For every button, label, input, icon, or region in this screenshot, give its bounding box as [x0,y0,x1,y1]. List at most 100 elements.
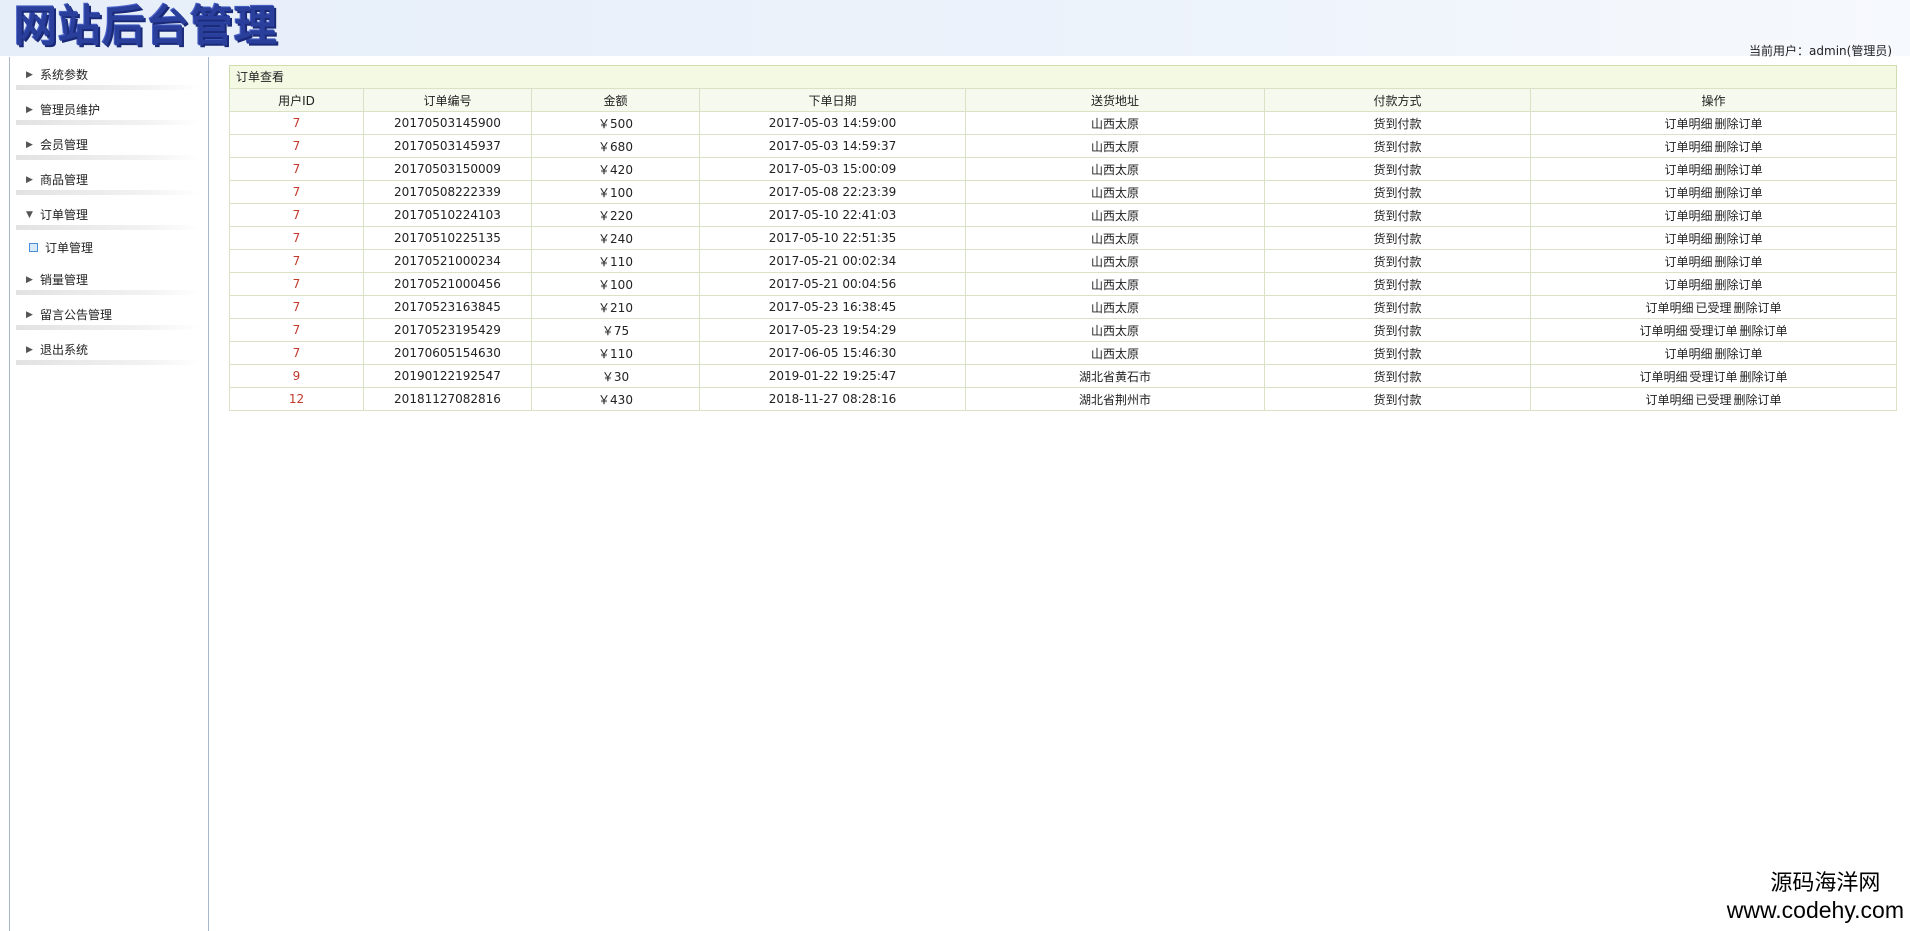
user-id-cell: 7 [229,134,364,158]
amount-cell: ￥110 [531,249,700,273]
delete-order-link[interactable]: 删除订单 [1715,209,1763,223]
table-row: 7 20170523195429 ￥75 2017-05-23 19:54:29 山西太… [229,318,1897,342]
address-cell: 湖北省荆州市 [965,387,1265,411]
delete-order-link[interactable]: 删除订单 [1734,301,1782,315]
table-row: 7 20170521000456 ￥100 2017-05-21 00:04:56 山西… [229,272,1897,296]
order-detail-link[interactable]: 订单明细 [1664,186,1712,200]
accept-order-link[interactable]: 受理订单 [1689,324,1737,338]
delete-order-link[interactable]: 删除订单 [1740,324,1788,338]
current-user-label: 当前用户：admin(管理员) [1749,44,1892,58]
watermark-url: www.codehy.com [1726,897,1904,923]
actions-cell: 订单明细 删除订单 [1530,134,1897,158]
sidebar-item[interactable]: ▶ 商品管理 [10,162,208,197]
order-detail-link[interactable]: 订单明细 [1664,163,1712,177]
payment-cell: 货到付款 [1264,249,1531,273]
delete-order-link[interactable]: 删除订单 [1715,117,1763,131]
sidebar-item[interactable]: ▼ 订单管理 [10,197,208,232]
delete-order-link[interactable]: 删除订单 [1715,186,1763,200]
actions-cell: 订单明细 删除订单 [1530,180,1897,204]
delete-order-link[interactable]: 删除订单 [1715,347,1763,361]
caret-right-icon: ▶ [26,274,33,285]
address-cell: 山西太原 [965,180,1265,204]
order-detail-link[interactable]: 订单明细 [1664,140,1712,154]
table-row: 7 20170503145900 ￥500 2017-05-03 14:59:00 山西… [229,111,1897,135]
payment-cell: 货到付款 [1264,180,1531,204]
table-row: 7 20170503145937 ￥680 2017-05-03 14:59:37 山西… [229,134,1897,158]
table-header-row: 用户ID 订单编号 金额 下单日期 送货地址 付款方式 操作 [229,88,1897,112]
user-id-cell: 7 [229,272,364,296]
column-header: 订单编号 [363,88,532,112]
delete-order-link[interactable]: 删除订单 [1715,140,1763,154]
order-detail-link[interactable]: 订单明细 [1664,209,1712,223]
sidebar-item[interactable]: ▶ 会员管理 [10,127,208,162]
delete-order-link[interactable]: 删除订单 [1715,163,1763,177]
order-no-cell: 20170605154630 [363,341,532,365]
order-detail-link[interactable]: 订单明细 [1664,255,1712,269]
delete-order-link[interactable]: 删除订单 [1740,370,1788,384]
order-no-cell: 20170510225135 [363,226,532,250]
actions-cell: 订单明细 删除订单 [1530,341,1897,365]
payment-cell: 货到付款 [1264,387,1531,411]
order-no-cell: 20170510224103 [363,203,532,227]
address-cell: 山西太原 [965,341,1265,365]
accepted-status-link[interactable]: 已受理 [1695,393,1731,407]
sidebar-item-label: 退出系统 [40,343,89,357]
address-cell: 湖北省黄石市 [965,364,1265,388]
order-no-cell: 20170503145900 [363,111,532,135]
sidebar-item-label: 销量管理 [40,273,89,287]
payment-cell: 货到付款 [1264,134,1531,158]
amount-cell: ￥500 [531,111,700,135]
sidebar-item[interactable]: ▶ 销量管理 [10,262,208,297]
order-detail-link[interactable]: 订单明细 [1664,117,1712,131]
address-cell: 山西太原 [965,295,1265,319]
address-cell: 山西太原 [965,157,1265,181]
sidebar: ▶ 系统参数 ▶ 管理员维护 ▶ 会员管理 ▶ 商品管理 ▼ 订单管理 订单管理 ▶ 销量管理 ▶ 留言公告… [9,57,209,931]
sidebar-item[interactable]: ▶ 退出系统 [10,332,208,367]
address-cell: 山西太原 [965,134,1265,158]
table-row: 12 20181127082816 ￥430 2018-11-27 08:28:16 湖… [229,387,1897,411]
sidebar-item[interactable]: ▶ 管理员维护 [10,92,208,127]
header: 网站后台管理 当前用户：admin(管理员) [0,0,1910,58]
order-detail-link[interactable]: 订单明细 [1639,324,1687,338]
delete-order-link[interactable]: 删除订单 [1715,278,1763,292]
order-date-cell: 2017-05-10 22:51:35 [699,226,966,250]
accept-order-link[interactable]: 受理订单 [1689,370,1737,384]
amount-cell: ￥220 [531,203,700,227]
user-id-cell: 7 [229,341,364,365]
user-id-cell: 7 [229,295,364,319]
table-row: 7 20170503150009 ￥420 2017-05-03 15:00:09 山西… [229,157,1897,181]
actions-cell: 订单明细 删除订单 [1530,249,1897,273]
actions-cell: 订单明细 已受理 删除订单 [1530,295,1897,319]
sidebar-item[interactable]: ▶ 系统参数 [10,57,208,92]
caret-right-icon: ▶ [26,174,33,185]
order-detail-link[interactable]: 订单明细 [1664,278,1712,292]
amount-cell: ￥210 [531,295,700,319]
order-date-cell: 2017-05-21 00:04:56 [699,272,966,296]
delete-order-link[interactable]: 删除订单 [1715,255,1763,269]
sidebar-item-label: 系统参数 [40,68,89,82]
sidebar-item[interactable]: ▶ 留言公告管理 [10,297,208,332]
accepted-status-link[interactable]: 已受理 [1695,301,1731,315]
actions-cell: 订单明细 已受理 删除订单 [1530,387,1897,411]
column-header: 付款方式 [1264,88,1531,112]
payment-cell: 货到付款 [1264,203,1531,227]
caret-down-icon: ▼ [26,209,33,220]
sidebar-item-label: 商品管理 [40,173,89,187]
sidebar-subitem[interactable]: 订单管理 [10,232,208,262]
delete-order-link[interactable]: 删除订单 [1734,393,1782,407]
actions-cell: 订单明细 删除订单 [1530,203,1897,227]
amount-cell: ￥100 [531,272,700,296]
column-header: 下单日期 [699,88,966,112]
column-header: 送货地址 [965,88,1265,112]
order-detail-link[interactable]: 订单明细 [1639,370,1687,384]
payment-cell: 货到付款 [1264,341,1531,365]
order-detail-link[interactable]: 订单明细 [1664,232,1712,246]
order-detail-link[interactable]: 订单明细 [1645,301,1693,315]
order-detail-link[interactable]: 订单明细 [1664,347,1712,361]
order-detail-link[interactable]: 订单明细 [1645,393,1693,407]
address-cell: 山西太原 [965,226,1265,250]
order-no-cell: 20170508222339 [363,180,532,204]
document-icon [29,242,38,252]
user-id-cell: 7 [229,249,364,273]
delete-order-link[interactable]: 删除订单 [1715,232,1763,246]
